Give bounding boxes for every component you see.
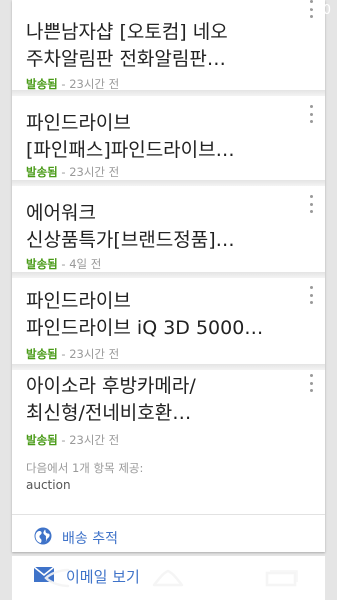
list-item[interactable]: 파인드라이브 파인드라이브 iQ 3D 5000… 발송됨 - 23시간 전 — [12, 278, 325, 364]
provider-name: auction — [26, 478, 71, 492]
status-label: 발송됨 — [26, 433, 58, 447]
status-label: 발송됨 — [26, 77, 58, 91]
battery-icon — [280, 3, 289, 18]
status-label: 발송됨 — [26, 347, 58, 361]
list-item[interactable]: 아이소라 후방카메라/ 최신형/전네비호환… 발송됨 - 23시간 전 다음에서… — [12, 370, 325, 520]
item-meta: 발송됨 - 23시간 전 — [26, 165, 120, 179]
track-shipment-button[interactable]: 배송 추적 — [12, 516, 325, 560]
status-icons: 10:10 — [224, 3, 331, 18]
age-label: 23시간 전 — [69, 165, 120, 179]
wifi-icon — [242, 4, 258, 17]
item-title: 나쁜남자샵 [오토컴] 네오 주차알림판 전화알림판… — [26, 21, 228, 70]
shipment-card: 나쁜남자샵 [오토컴] 네오 주차알림판 전화알림판… 발송됨 - 23시간 전… — [12, 0, 325, 552]
list-item[interactable]: 파인드라이브 [파인패스]파인드라이브… 발송됨 - 23시간 전 — [12, 96, 325, 180]
overflow-menu-icon[interactable] — [305, 374, 317, 392]
track-shipment-label: 배송 추적 — [62, 531, 118, 547]
status-bar: 10:10 — [0, 0, 337, 24]
item-meta: 발송됨 - 23시간 전 — [26, 347, 120, 361]
back-button[interactable] — [26, 558, 86, 598]
age-label: 23시간 전 — [69, 347, 120, 361]
age-label: 4일 전 — [69, 257, 102, 271]
overflow-menu-icon[interactable] — [305, 286, 317, 304]
provider-label: 다음에서 1개 항목 제공: — [26, 461, 144, 475]
status-label: 발송됨 — [26, 257, 58, 271]
item-title: 파인드라이브 [파인패스]파인드라이브… — [26, 112, 235, 161]
item-meta: 발송됨 - 4일 전 — [26, 257, 102, 271]
recents-button[interactable] — [251, 558, 311, 598]
home-icon — [153, 569, 184, 587]
alarm-icon — [224, 4, 237, 17]
overflow-menu-icon[interactable] — [305, 105, 317, 123]
item-title: 파인드라이브 파인드라이브 iQ 3D 5000… — [26, 290, 264, 339]
age-label: 23시간 전 — [69, 433, 120, 447]
age-label: 23시간 전 — [69, 77, 120, 91]
item-title: 아이소라 후방카메라/ 최신형/전네비호환… — [26, 375, 196, 424]
back-icon — [44, 568, 70, 588]
list-item[interactable]: 에어워크 신상품특가[브랜드정품]… 발송됨 - 4일 전 — [12, 186, 325, 272]
globe-icon — [34, 527, 52, 549]
item-meta: 발송됨 - 23시간 전 — [26, 433, 120, 447]
status-time: 10:10 — [293, 3, 331, 18]
overflow-menu-icon[interactable] — [305, 195, 317, 213]
navigation-bar — [0, 556, 337, 600]
home-button[interactable] — [138, 558, 198, 598]
signal-icon — [262, 4, 276, 17]
item-title: 에어워크 신상품특가[브랜드정품]… — [26, 202, 235, 251]
recents-icon — [265, 570, 298, 587]
status-label: 발송됨 — [26, 165, 58, 179]
divider — [12, 514, 325, 515]
